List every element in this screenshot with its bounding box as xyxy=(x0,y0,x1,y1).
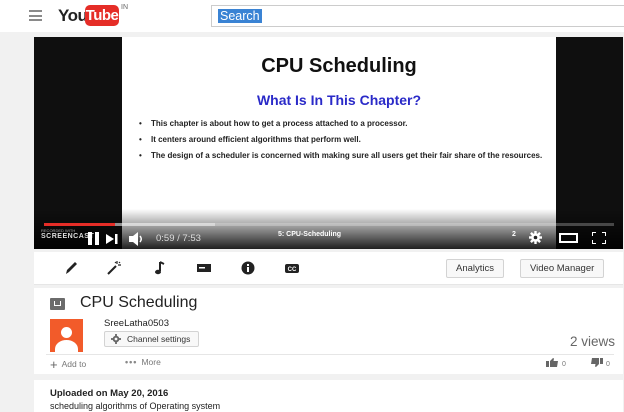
like-count: 0 xyxy=(562,361,566,368)
analytics-button[interactable]: Analytics xyxy=(446,259,505,278)
logo-you-text: You xyxy=(58,6,88,25)
thumbs-up-icon xyxy=(546,358,558,367)
progress-bar[interactable] xyxy=(44,223,614,226)
progress-played xyxy=(44,223,116,226)
pause-button[interactable] xyxy=(87,232,101,245)
annotations-icon[interactable] xyxy=(196,261,212,275)
avatar[interactable] xyxy=(50,319,83,352)
dislike-button[interactable]: 0 xyxy=(590,358,610,368)
search-input[interactable]: Search xyxy=(211,5,624,27)
description-text: scheduling algorithms of Operating syste… xyxy=(50,401,221,411)
channel-settings-button[interactable]: Channel settings xyxy=(104,331,200,347)
thumbs-down-icon xyxy=(591,358,603,367)
svg-text:CC: CC xyxy=(288,267,297,273)
category-icon xyxy=(50,298,65,310)
view-count: 2 views xyxy=(569,334,615,349)
search-input-value: Search xyxy=(218,9,262,23)
info-icon[interactable] xyxy=(240,261,256,275)
guide-menu-icon[interactable] xyxy=(29,10,42,21)
slide-bullet: This chapter is about how to get a proce… xyxy=(136,119,546,129)
time-display: 0:59 / 7:53 xyxy=(156,233,201,244)
add-to-label: Add to xyxy=(61,359,87,369)
upload-date: Uploaded on May 20, 2016 xyxy=(50,388,169,399)
magic-wand-icon[interactable] xyxy=(106,261,122,275)
dislike-count: 0 xyxy=(606,361,610,368)
like-button[interactable]: 0 xyxy=(546,358,566,368)
video-player[interactable]: CPU Scheduling What Is In This Chapter? … xyxy=(34,37,623,249)
more-dots-icon: ••• xyxy=(125,357,138,367)
slide-bullet: The design of a scheduler is concerned w… xyxy=(136,151,546,161)
gear-icon[interactable] xyxy=(529,231,542,244)
pencil-icon[interactable] xyxy=(64,261,80,275)
video-title: CPU Scheduling xyxy=(80,294,198,311)
video-manager-button[interactable]: Video Manager xyxy=(520,259,605,278)
logo-tube-text: Tube xyxy=(85,5,119,26)
masthead: You Tube IN Search xyxy=(0,0,624,32)
creator-edit-bar: CC Analytics Video Manager xyxy=(34,252,623,285)
add-to-button[interactable]: + Add to xyxy=(50,357,86,372)
annotation-count: 2 xyxy=(512,231,516,238)
volume-icon[interactable] xyxy=(129,232,145,246)
fullscreen-icon[interactable] xyxy=(592,232,606,244)
slide-title: CPU Scheduling xyxy=(261,55,417,77)
settings-gear-icon xyxy=(111,334,121,344)
channel-settings-label: Channel settings xyxy=(127,334,191,344)
slide-bullet: It centers around efficient algorithms t… xyxy=(136,135,546,145)
slide-bullet-list: This chapter is about how to get a proce… xyxy=(136,119,546,167)
next-icon[interactable] xyxy=(106,234,118,244)
logo-country-code: IN xyxy=(121,4,128,11)
channel-name-link[interactable]: SreeLatha0503 xyxy=(104,318,169,329)
more-label: More xyxy=(141,357,161,367)
slide-subtitle: What Is In This Chapter? xyxy=(256,92,422,108)
video-info-card: CPU Scheduling SreeLatha0503 Channel set… xyxy=(34,288,623,374)
chapter-title: 5: CPU-Scheduling xyxy=(278,231,342,238)
music-note-icon[interactable] xyxy=(152,261,168,275)
plus-icon: + xyxy=(50,357,58,372)
theater-mode-icon[interactable] xyxy=(559,233,578,243)
more-button[interactable]: ••• More xyxy=(125,357,161,367)
subtitles-cc-icon[interactable]: CC xyxy=(284,261,300,275)
description-card: Uploaded on May 20, 2016 scheduling algo… xyxy=(34,380,623,412)
divider xyxy=(46,354,614,355)
